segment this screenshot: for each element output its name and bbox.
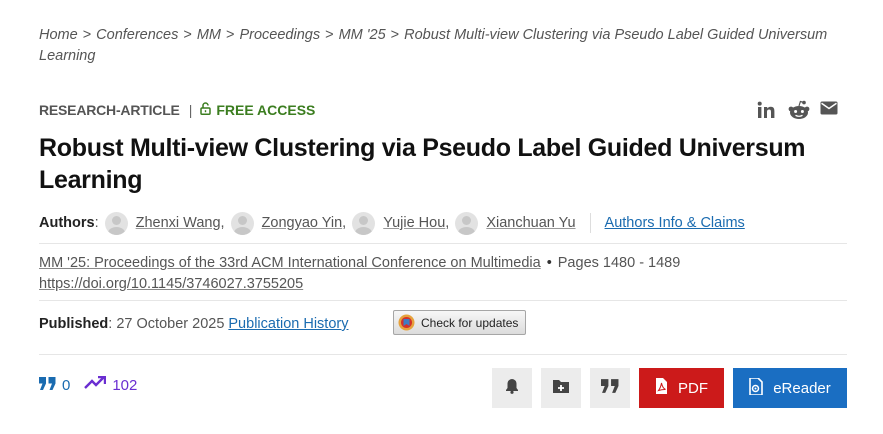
action-buttons: PDF eReader — [492, 368, 847, 408]
avatar — [455, 211, 479, 235]
breadcrumb-home[interactable]: Home — [39, 27, 78, 43]
breadcrumb-mm[interactable]: MM — [197, 27, 221, 43]
lock-open-icon — [200, 102, 212, 118]
reddit-icon[interactable] — [788, 100, 810, 120]
author-item[interactable]: Xianchuan Yu — [449, 211, 576, 235]
authors-label: Authors — [39, 215, 95, 231]
check-for-updates-label: Check for updates — [421, 315, 519, 330]
breadcrumb-separator: > — [183, 27, 192, 43]
check-for-updates-button[interactable]: Check for updates — [393, 310, 526, 335]
type-divider: | — [188, 102, 193, 118]
bell-icon — [505, 378, 519, 398]
pdf-button[interactable]: PDF — [639, 368, 724, 408]
trending-up-icon — [84, 375, 107, 394]
breadcrumb-separator: > — [226, 27, 235, 43]
folder-plus-icon — [552, 379, 570, 398]
citations-count: 0 — [62, 376, 71, 394]
author-name[interactable]: Xianchuan Yu — [486, 215, 575, 231]
breadcrumb-proceedings[interactable]: Proceedings — [239, 27, 320, 43]
author-item[interactable]: Yujie Hou, — [346, 211, 449, 235]
authors-row: Authors: Zhenxi Wang, Zongyao Yin, Yujie… — [39, 210, 847, 236]
article-title: Robust Multi-view Clustering via Pseudo … — [39, 134, 806, 194]
authors-divider — [589, 213, 591, 233]
alert-button[interactable] — [492, 368, 532, 408]
quote-icon — [39, 376, 56, 394]
citations-metric[interactable]: 0 — [39, 376, 71, 394]
article-type: RESEARCH-ARTICLE — [39, 102, 180, 118]
avatar — [230, 211, 254, 235]
linkedin-icon[interactable] — [756, 100, 778, 120]
breadcrumb-conferences[interactable]: Conferences — [96, 27, 178, 43]
published-colon: : — [108, 316, 117, 332]
published-row: Published: 27 October 2025 Publication H… — [39, 316, 348, 332]
add-to-binder-button[interactable] — [541, 368, 581, 408]
author-name[interactable]: Zongyao Yin — [262, 215, 343, 231]
downloads-metric[interactable]: 102 — [84, 375, 138, 394]
divider — [39, 354, 847, 355]
article-type-row: RESEARCH-ARTICLE | FREE ACCESS — [39, 101, 315, 119]
email-icon[interactable] — [820, 100, 842, 120]
cite-button[interactable] — [590, 368, 630, 408]
author-name[interactable]: Yujie Hou — [383, 215, 445, 231]
crossmark-icon — [398, 314, 415, 331]
author-item[interactable]: Zongyao Yin, — [225, 211, 346, 235]
proceedings-link[interactable]: MM '25: Proceedings of the 33rd ACM Inte… — [39, 255, 541, 271]
downloads-count: 102 — [112, 376, 138, 394]
pages: Pages 1480 - 1489 — [557, 255, 681, 271]
avatar — [352, 211, 376, 235]
breadcrumb-mm25[interactable]: MM '25 — [339, 27, 386, 43]
bullet: • — [546, 255, 552, 271]
quote-icon — [601, 379, 619, 397]
published-date: 27 October 2025 — [116, 316, 225, 332]
venue-info: MM '25: Proceedings of the 33rd ACM Inte… — [39, 253, 680, 295]
breadcrumb-separator: > — [325, 27, 334, 43]
divider — [39, 243, 847, 244]
ereader-button[interactable]: eReader — [733, 368, 847, 408]
publication-history-link[interactable]: Publication History — [228, 316, 348, 332]
author-name[interactable]: Zhenxi Wang — [136, 215, 221, 231]
authors-info-link[interactable]: Authors Info & Claims — [605, 215, 745, 231]
pdf-file-icon — [655, 378, 668, 398]
pdf-label: PDF — [678, 379, 708, 397]
author-item[interactable]: Zhenxi Wang, — [99, 211, 225, 235]
ereader-icon — [749, 376, 764, 399]
breadcrumb-separator: > — [390, 27, 400, 43]
doi-link[interactable]: https://doi.org/10.1145/3746027.3755205 — [39, 276, 303, 292]
published-label: Published — [39, 316, 109, 332]
free-access-badge: FREE ACCESS — [200, 102, 315, 118]
breadcrumb-separator: > — [82, 27, 92, 43]
ereader-label: eReader — [773, 379, 831, 397]
breadcrumb: Home > Conferences > MM > Proceedings > MM '25 > R… — [39, 25, 849, 67]
divider — [39, 300, 847, 301]
metrics: 0 102 — [39, 375, 138, 394]
free-access-label: FREE ACCESS — [216, 102, 316, 118]
share-icons — [756, 100, 852, 120]
avatar — [104, 211, 128, 235]
